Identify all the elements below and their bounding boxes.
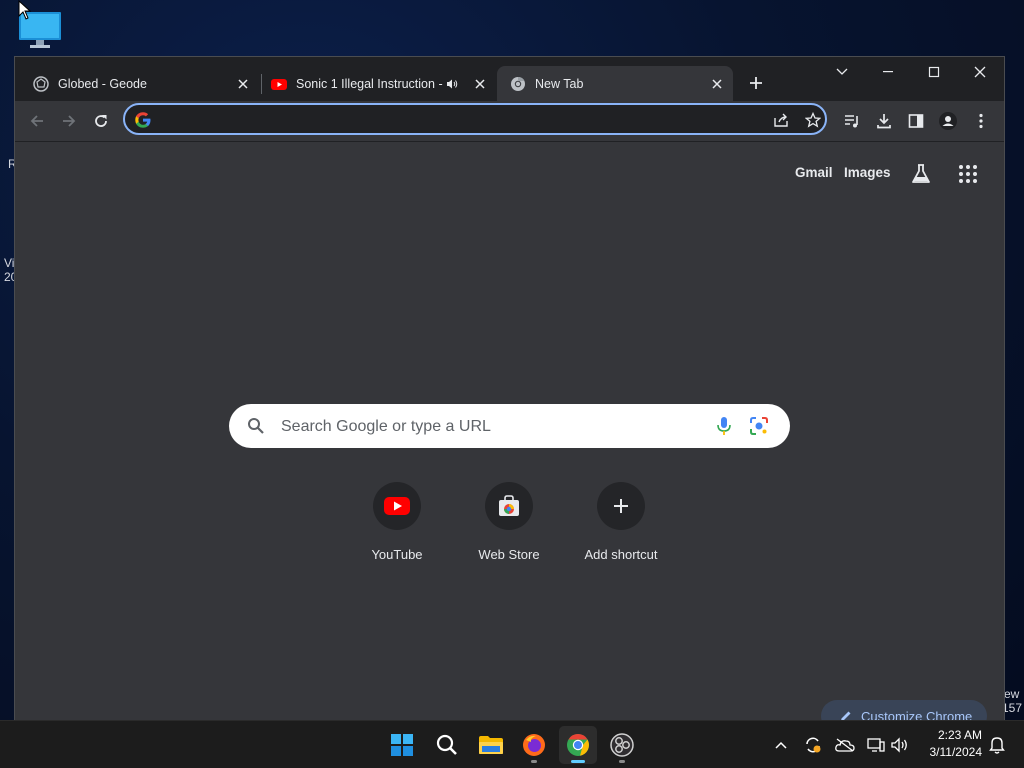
plus-icon [613,498,629,514]
google-g-icon [135,112,151,128]
maximize-button[interactable] [919,61,949,83]
shortcut-tile [485,482,533,530]
minimize-button[interactable] [873,61,903,83]
obs-icon [610,733,634,757]
microphone-icon[interactable] [714,416,734,436]
start-button[interactable] [383,726,421,764]
reading-list-button[interactable] [840,109,864,133]
tab-title: Sonic 1 Illegal Instruction - Y [296,76,444,91]
notifications-button[interactable] [987,735,1007,755]
close-icon[interactable] [235,76,251,92]
shortcut-tile [597,482,645,530]
show-hidden-icons-button[interactable] [771,735,791,755]
taskbar-search-button[interactable] [428,726,466,764]
tab-title: Globed - Geode [58,76,147,91]
new-tab-page: Gmail Images Search Google or type a URL [15,142,1004,720]
pencil-icon [839,709,853,720]
web-store-icon [498,495,520,517]
shortcut-add[interactable]: Add shortcut [565,482,677,582]
shortcut-web-store[interactable]: Web Store [453,482,565,582]
back-button[interactable] [25,109,49,133]
customize-chrome-label: Customize Chrome [861,708,973,721]
shortcut-label: Web Store [478,547,540,562]
taskbar-obs[interactable] [603,726,641,764]
running-indicator [531,760,537,763]
shortcut-label: YouTube [371,547,423,562]
search-icon [436,734,458,756]
running-indicator [571,760,585,763]
taskbar-file-explorer[interactable] [472,726,510,764]
chrome-window: Globed - Geode Sonic 1 Illegal Instructi… [15,57,1004,720]
windows-start-icon [391,734,413,756]
volume-tray-button[interactable] [890,735,910,755]
notification-icon [989,736,1005,754]
mouse-cursor-icon [18,0,32,20]
download-button[interactable] [872,109,896,133]
speaker-icon[interactable] [444,76,460,92]
tab-strip: Globed - Geode Sonic 1 Illegal Instructi… [15,57,1004,101]
new-tab-button[interactable] [745,72,767,94]
search-icon [247,417,265,435]
network-icon [867,737,885,753]
omnibox[interactable] [123,103,827,135]
close-icon[interactable] [709,76,725,92]
sync-tray-button[interactable] [803,735,823,755]
taskbar-chrome[interactable] [559,726,597,764]
volume-icon [891,737,909,753]
shortcut-youtube[interactable]: YouTube [341,482,453,582]
running-indicator [619,760,625,763]
labs-flask-icon[interactable] [909,162,933,186]
firefox-icon [522,733,546,757]
taskbar-firefox[interactable] [515,726,553,764]
omnibox-input[interactable] [159,109,763,131]
network-tray-button[interactable] [866,735,886,755]
onedrive-tray-button[interactable] [835,735,855,755]
shortcut-label: Add shortcut [584,547,658,562]
tab-globed-geode[interactable]: Globed - Geode [15,66,259,101]
shortcut-tile [373,482,421,530]
gmail-link[interactable]: Gmail [795,165,833,180]
clock-date: 3/11/2024 [929,745,983,759]
desktop-text-fragment: ew [1004,687,1020,701]
menu-button[interactable] [969,109,993,133]
desktop-text-fragment: 157 [1002,701,1023,715]
tab-search-button[interactable] [827,61,857,83]
search-placeholder: Search Google or type a URL [281,418,491,435]
side-panel-button[interactable] [904,109,928,133]
file-explorer-icon [479,735,503,755]
youtube-icon [384,496,410,516]
reload-button[interactable] [89,109,113,133]
tab-sonic-youtube[interactable]: Sonic 1 Illegal Instruction - Y [253,66,496,101]
google-lens-icon[interactable] [749,416,769,436]
close-icon[interactable] [472,76,488,92]
taskbar: 2:23 AM 3/11/2024 [0,720,1024,768]
desktop-text-fragment: Vi [4,256,15,270]
onedrive-icon [835,738,855,752]
star-icon[interactable] [803,110,823,130]
geode-icon [33,75,49,92]
tab-new-tab[interactable]: New Tab [497,66,733,101]
chrome-icon [566,733,590,757]
toolbar [15,101,1004,142]
close-window-button[interactable] [965,61,995,83]
youtube-icon [271,76,287,92]
sync-icon [804,736,822,754]
clock[interactable]: 2:23 AM 3/11/2024 [918,727,983,761]
google-apps-icon[interactable] [958,164,978,184]
forward-button[interactable] [57,109,81,133]
chevron-up-icon [775,741,787,749]
images-link[interactable]: Images [844,165,891,180]
share-icon[interactable] [771,110,791,130]
ntp-search-box[interactable]: Search Google or type a URL [229,404,790,448]
profile-button[interactable] [936,109,960,133]
clock-time: 2:23 AM [937,728,982,742]
customize-chrome-button[interactable]: Customize Chrome [821,700,987,720]
chrome-icon [510,76,526,92]
tab-title: New Tab [535,76,584,91]
